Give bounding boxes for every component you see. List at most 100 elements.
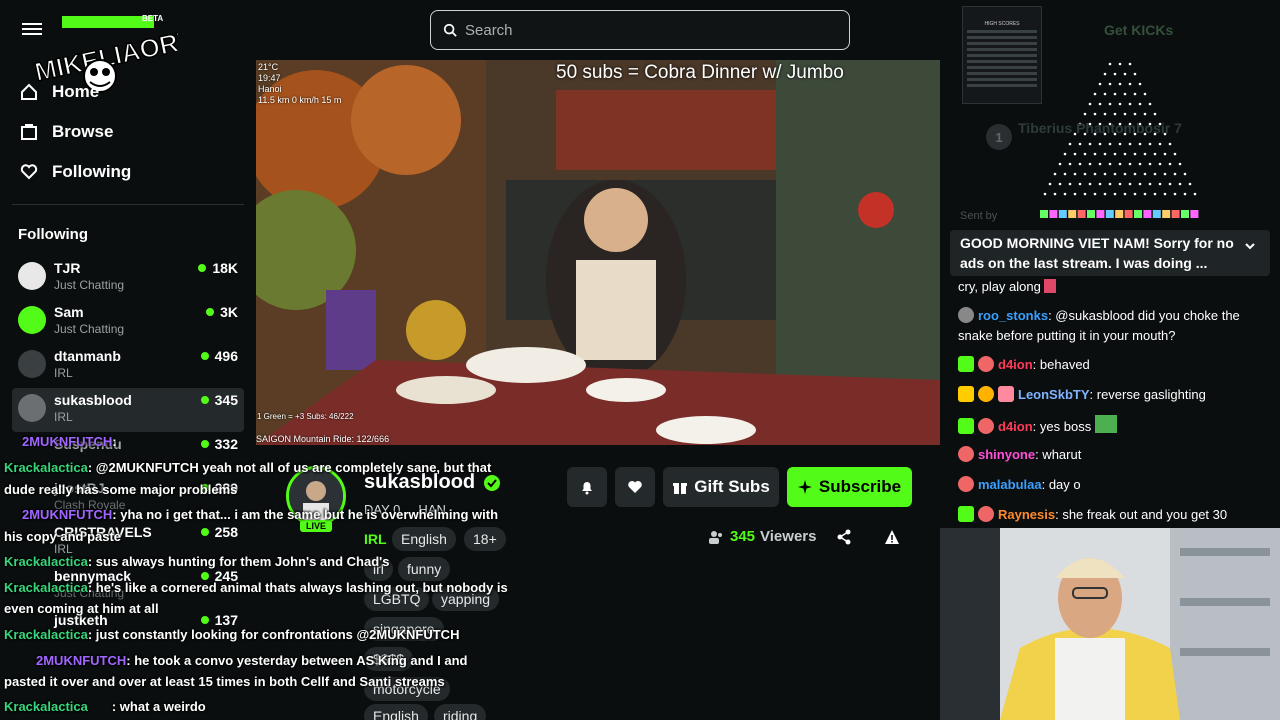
nav-home[interactable]: Home	[20, 82, 99, 102]
viewer-count: 3K	[206, 304, 238, 320]
channel-name: dtanmanb	[54, 348, 121, 364]
badge-icon	[978, 418, 994, 434]
live-dot-icon	[198, 264, 207, 272]
nav-browse[interactable]: Browse	[20, 122, 113, 142]
plinko-peg	[1053, 172, 1057, 176]
plinko-peg	[1148, 142, 1152, 146]
plinko-peg	[1113, 112, 1117, 116]
nav-home-label: Home	[52, 82, 100, 101]
plinko-peg	[1123, 112, 1127, 116]
search-input[interactable]	[465, 21, 805, 39]
stream-category[interactable]: IRL	[364, 531, 387, 547]
avatar	[18, 306, 46, 334]
chat-message: d4ion: behaved	[958, 355, 1276, 375]
plinko-peg	[1088, 162, 1092, 166]
plinko-peg	[1103, 172, 1107, 176]
nav-following-label: Following	[52, 162, 132, 181]
hud-time: 19:47	[258, 73, 281, 83]
live-dot-icon	[200, 616, 209, 624]
subscribe-label: Subscribe	[818, 477, 902, 496]
plinko-peg	[1118, 102, 1122, 106]
share-icon[interactable]	[836, 529, 852, 545]
plinko-peg	[1068, 182, 1072, 186]
plinko-bucket	[1058, 210, 1067, 218]
plinko-bucket	[1040, 210, 1048, 218]
report-icon[interactable]	[884, 529, 900, 545]
viewer-count-number: 345	[730, 528, 756, 545]
plinko-peg	[1178, 162, 1182, 166]
plinko-peg	[1138, 162, 1142, 166]
plinko-peg	[1163, 172, 1167, 176]
bell-icon	[582, 482, 592, 495]
following-title: Following	[18, 226, 88, 243]
plinko-peg	[1063, 152, 1067, 156]
plinko-peg	[1108, 182, 1112, 186]
following-channel-sukasblood[interactable]: sukasblood IRL 345	[12, 388, 244, 432]
video-player[interactable]	[256, 60, 940, 445]
plinko-peg	[1138, 82, 1142, 86]
plinko-peg	[1153, 192, 1157, 196]
plinko-peg	[1148, 182, 1152, 186]
gift-icon	[673, 483, 688, 494]
viewer-count: 332	[200, 436, 238, 452]
badge-icon	[958, 307, 974, 323]
tag-english[interactable]: English	[392, 527, 456, 551]
search-bar[interactable]	[430, 10, 850, 50]
tag-english-2[interactable]: English	[364, 704, 428, 720]
overlay-chat-line: even coming at him at all	[4, 601, 159, 616]
plinko-peg	[1078, 182, 1082, 186]
gift-subs-button[interactable]: Gift Subs	[663, 467, 779, 507]
tag-riding[interactable]: riding	[434, 704, 487, 720]
viewer-count: 18K	[198, 260, 238, 276]
crown-icon	[958, 386, 974, 402]
plinko-peg	[1113, 152, 1117, 156]
high-scores-panel: HIGH SCORES	[962, 6, 1042, 104]
following-channel-tjr[interactable]: TJR Just Chatting 18K	[12, 256, 244, 300]
plinko-peg	[1118, 162, 1122, 166]
plinko-peg	[1128, 162, 1132, 166]
notification-bell-button[interactable]	[567, 467, 607, 507]
tag-18plus[interactable]: 18+	[464, 527, 506, 551]
plinko-peg	[1128, 62, 1132, 66]
plinko-bucket	[1152, 210, 1161, 218]
plinko-peg	[1183, 192, 1187, 196]
subscribe-button[interactable]: Subscribe	[787, 467, 912, 507]
live-dot-icon	[200, 528, 209, 536]
chat-message: cry, play along	[958, 277, 1276, 297]
plinko-peg	[1118, 142, 1122, 146]
channel-category: IRL	[54, 410, 73, 424]
viewer-count: 258	[200, 524, 238, 540]
chat-message: roo_stonks: @sukasblood did you choke th…	[958, 307, 1240, 343]
score-lines	[963, 30, 1041, 87]
badge-icon	[958, 356, 974, 372]
plinko-peg	[1083, 152, 1087, 156]
follow-button[interactable]	[615, 467, 655, 507]
plinko-peg	[1118, 62, 1122, 66]
chat-message: LeonSkbTY: reverse gaslighting	[958, 385, 1276, 405]
overlay-chat-line: Krackalactica: just constantly looking f…	[4, 627, 460, 642]
plinko-peg	[1173, 172, 1177, 176]
plinko-peg	[1083, 172, 1087, 176]
following-channel-sam[interactable]: Sam Just Chatting 3K	[12, 300, 244, 344]
plinko-peg	[1088, 182, 1092, 186]
plinko-peg	[1133, 72, 1137, 76]
plinko-bucket	[1190, 210, 1199, 218]
viewer-count-value: 137	[214, 612, 238, 628]
pinned-message[interactable]: GOOD MORNING VIET NAM! Sorry for no ads …	[950, 230, 1270, 276]
plinko-peg	[1073, 192, 1077, 196]
ride-counter: SAIGON Mountain Ride: 122/666	[256, 434, 390, 444]
heart-icon	[628, 481, 642, 493]
following-channel-dtanmanb[interactable]: dtanmanb IRL 496	[12, 344, 244, 388]
nav-following[interactable]: Following	[20, 162, 131, 182]
chevron-down-icon[interactable]	[1244, 240, 1256, 252]
users-icon	[709, 530, 722, 544]
plinko-peg	[1088, 102, 1092, 106]
pinned-message-text: GOOD MORNING VIET NAM! Sorry for no ads …	[960, 235, 1234, 271]
plinko-peg	[1088, 142, 1092, 146]
plinko-peg	[1103, 192, 1107, 196]
plinko-peg	[1163, 192, 1167, 196]
live-dot-icon	[200, 440, 209, 448]
plinko-peg	[1093, 92, 1097, 96]
tag-funny[interactable]: funny	[398, 557, 451, 581]
get-kicks-button[interactable]: Get KICKs	[1104, 22, 1173, 38]
